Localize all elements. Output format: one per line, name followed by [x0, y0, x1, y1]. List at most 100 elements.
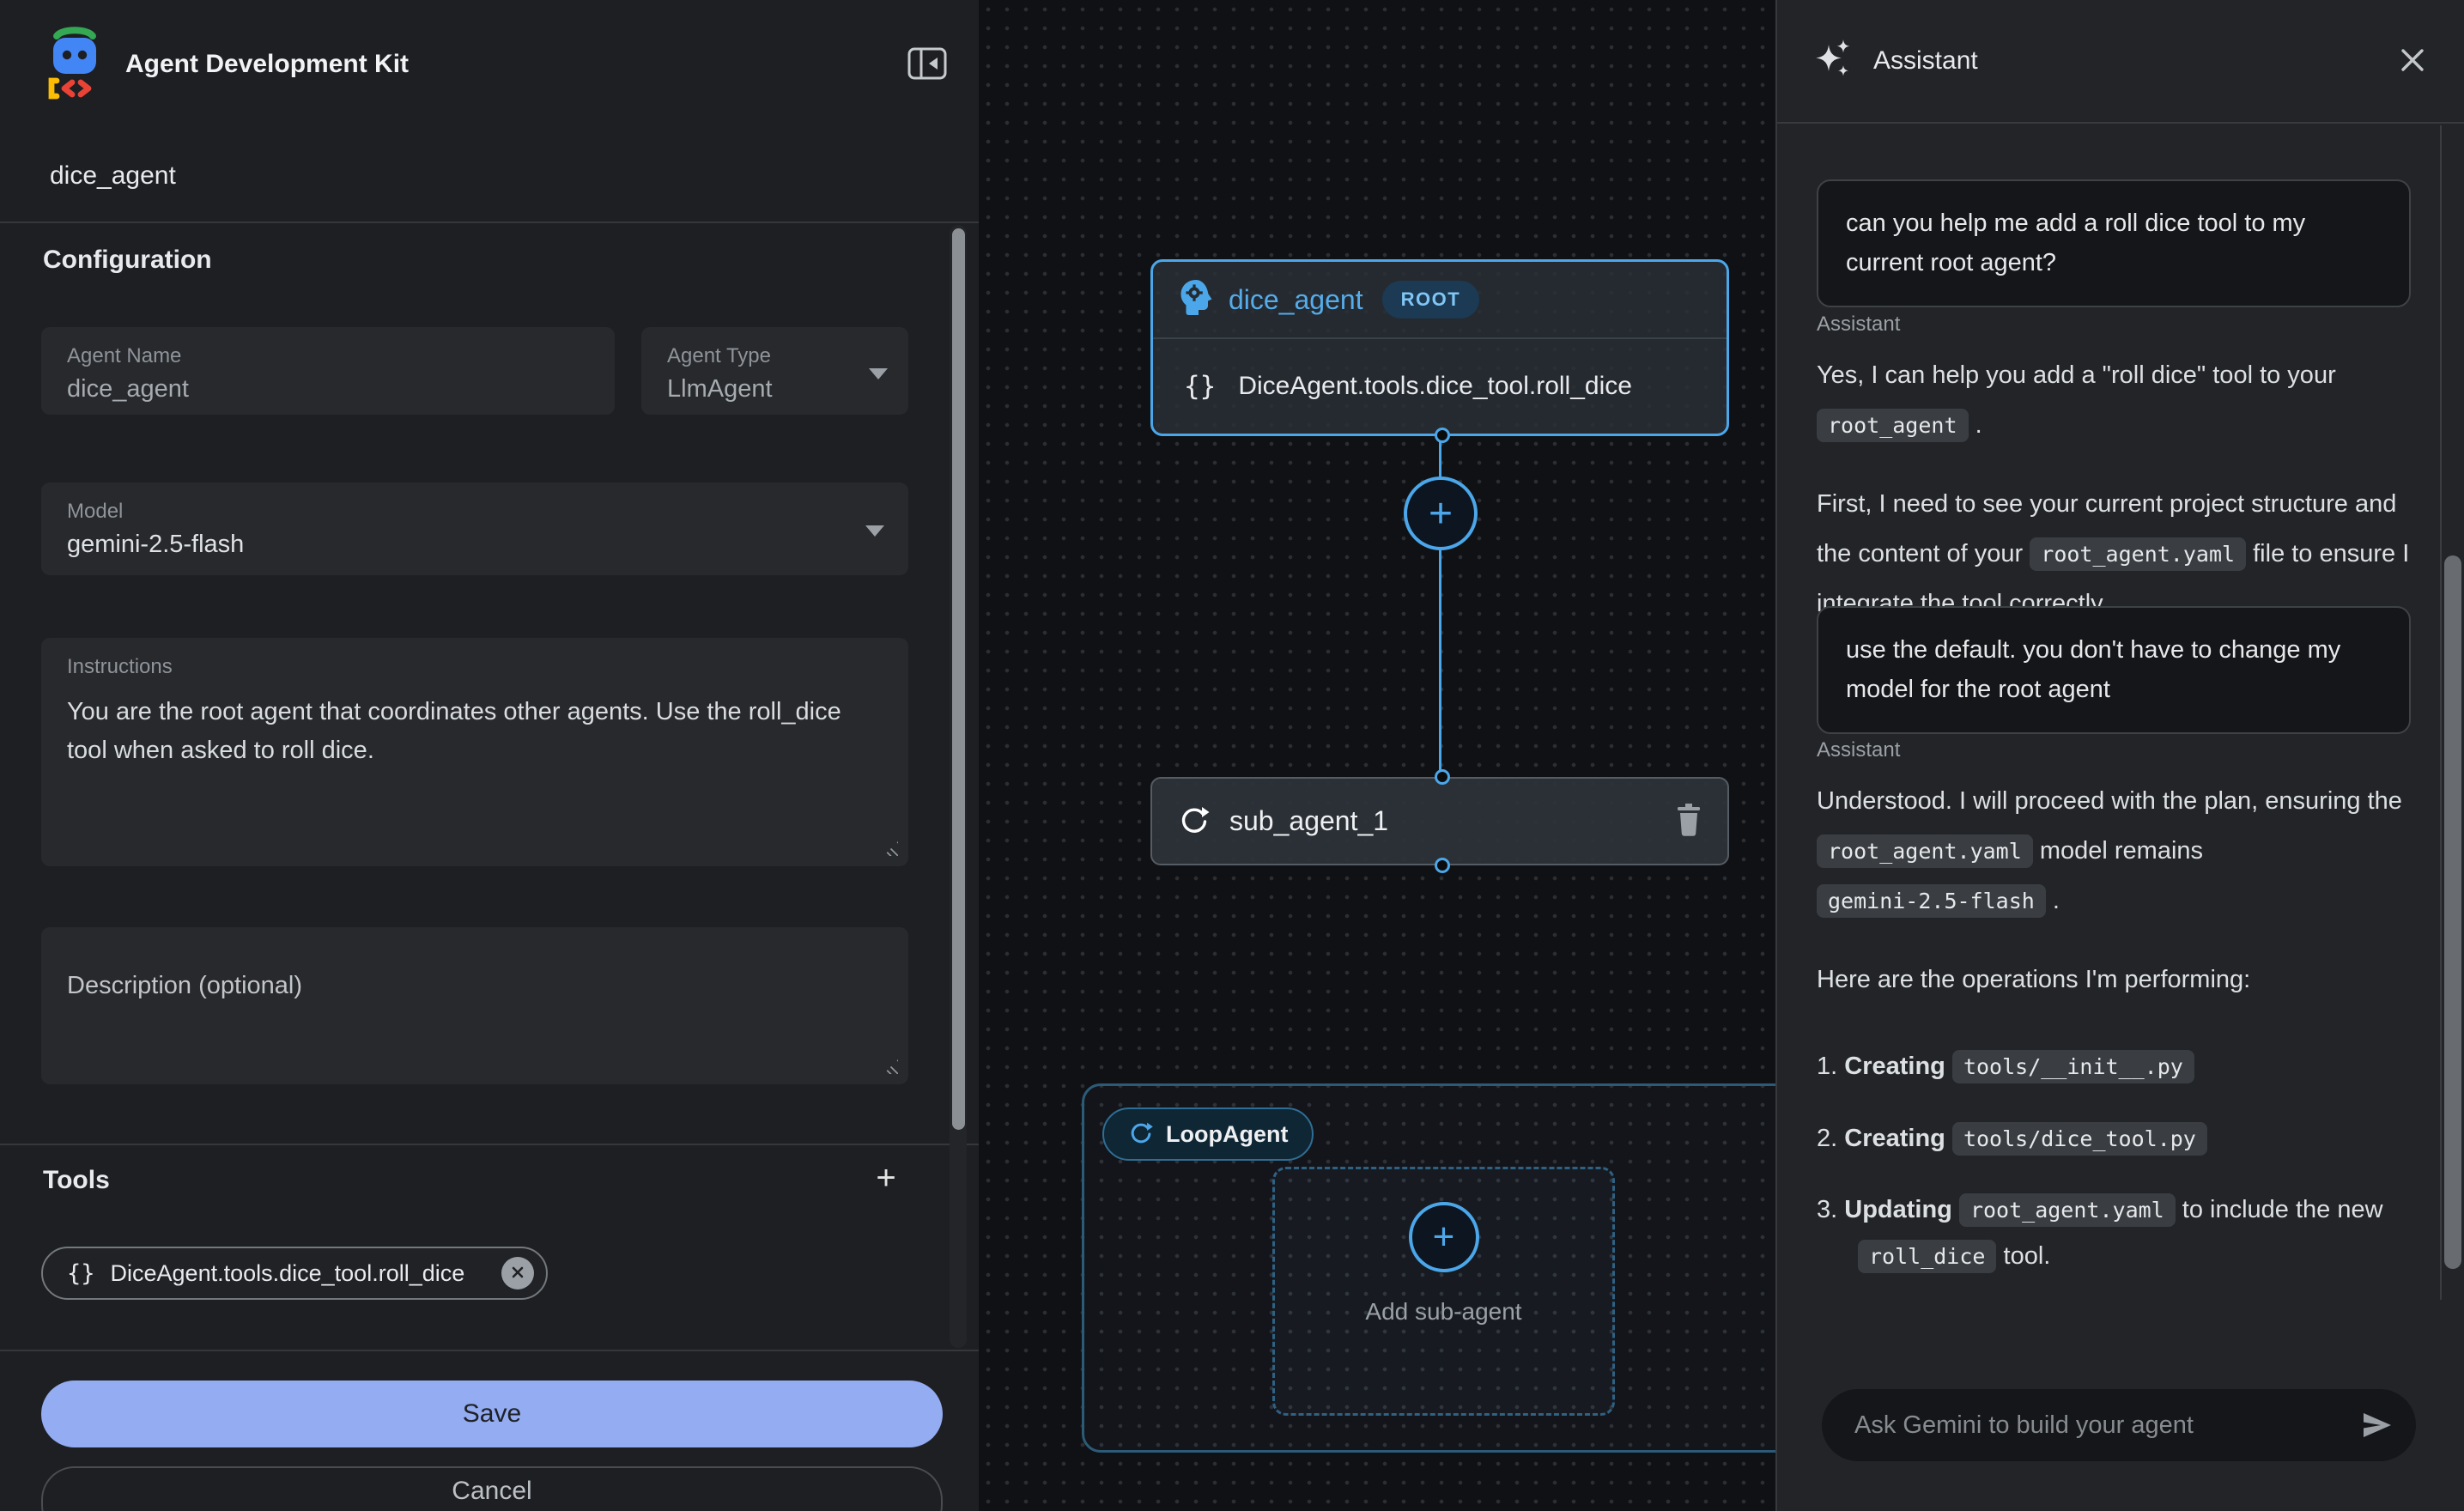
tool-chip[interactable]: {} DiceAgent.tools.dice_tool.roll_dice [41, 1247, 548, 1300]
tools-heading: Tools [43, 1166, 110, 1195]
selected-agent-title: dice_agent [50, 161, 176, 191]
collapse-panel-button[interactable] [907, 46, 948, 84]
psychology-head-icon [1177, 278, 1213, 322]
add-sub-agent-dropzone[interactable]: + Add sub-agent [1272, 1167, 1615, 1416]
resize-grip-icon[interactable] [883, 841, 898, 856]
agent-name-label: Agent Name [67, 344, 181, 368]
root-node-header: dice_agent ROOT [1153, 262, 1727, 339]
delete-sub-agent-button[interactable] [1674, 803, 1703, 840]
description-placeholder: Description (optional) [67, 972, 302, 1000]
operation-number: 2. [1817, 1125, 1844, 1152]
send-icon [2361, 1430, 2394, 1443]
resize-grip-icon[interactable] [883, 1059, 898, 1074]
chat-scrollbar-thumb[interactable] [2444, 555, 2461, 1269]
sub-agent-node[interactable]: sub_agent_1 [1150, 777, 1729, 865]
root-node-tool-row: {} DiceAgent.tools.dice_tool.roll_dice [1153, 339, 1727, 433]
add-node-on-edge-button[interactable]: + [1404, 476, 1478, 550]
add-tool-button[interactable]: + [862, 1154, 910, 1202]
close-icon [510, 1265, 525, 1283]
loop-icon [1178, 805, 1211, 838]
tool-chip-label: DiceAgent.tools.dice_tool.roll_dice [111, 1260, 501, 1287]
config-scrollbar-thumb[interactable] [952, 228, 965, 1130]
description-textarea[interactable]: Description (optional) [41, 927, 908, 1084]
connection-port[interactable] [1435, 428, 1450, 443]
assistant-message: Assistant Understood. I will proceed wit… [1817, 738, 2423, 1306]
instructions-value: You are the root agent that coordinates … [67, 693, 874, 770]
close-icon [2395, 43, 2430, 80]
assistant-header: Assistant [1777, 0, 2464, 124]
divider [0, 1350, 979, 1351]
braces-icon: {} [67, 1260, 95, 1287]
edge-plus-to-sub [1439, 550, 1441, 777]
operation-number: 1. [1817, 1053, 1844, 1080]
connection-port[interactable] [1435, 769, 1450, 785]
chat-input-container [1822, 1389, 2416, 1461]
loop-agent-badge: LoopAgent [1102, 1107, 1314, 1161]
loop-agent-badge-label: LoopAgent [1166, 1121, 1288, 1148]
model-select[interactable]: Model gemini-2.5-flash [41, 482, 908, 575]
agent-type-select[interactable]: Agent Type LlmAgent [641, 327, 908, 415]
plus-icon: + [1409, 1202, 1479, 1272]
assistant-title: Assistant [1873, 46, 2395, 76]
divider [0, 1144, 979, 1145]
chevron-down-icon [865, 525, 884, 537]
text-segment: Yes, I can help you add a "roll dice" to… [1817, 361, 2336, 389]
text-segment: . [1969, 411, 1982, 439]
braces-icon: {} [1184, 371, 1216, 402]
inline-code: root_agent.yaml [1959, 1193, 2176, 1227]
send-button[interactable] [2361, 1410, 2394, 1443]
assistant-panel: Assistant can you help me add a roll dic… [1775, 0, 2464, 1511]
text-segment: . [2046, 887, 2060, 914]
text-segment: Here are the operations I'm performing: [1817, 966, 2250, 993]
chat-input[interactable] [1822, 1389, 2416, 1461]
sparkle-icon [1815, 38, 1854, 85]
agent-type-value: LlmAgent [667, 375, 773, 404]
text-segment: to include the new [2176, 1196, 2383, 1223]
agent-graph-canvas[interactable]: dice_agent ROOT {} DiceAgent.tools.dice_… [979, 0, 1775, 1511]
inline-code: root_agent.yaml [2030, 537, 2246, 571]
trash-icon [1674, 827, 1703, 840]
inline-code: tools/dice_tool.py [1952, 1122, 2207, 1156]
inline-code: root_agent.yaml [1817, 834, 2033, 868]
assistant-paragraph: Here are the operations I'm performing: [1817, 955, 2423, 1004]
save-button[interactable]: Save [41, 1381, 943, 1447]
operation-item: 3. Updating root_agent.yaml to include t… [1817, 1187, 2423, 1279]
loop-icon [1128, 1121, 1154, 1147]
assistant-paragraph: Yes, I can help you add a "roll dice" to… [1817, 350, 2423, 450]
app-title: Agent Development Kit [125, 50, 907, 79]
inline-code: roll_dice [1858, 1240, 1996, 1273]
root-badge: ROOT [1382, 281, 1480, 319]
assistant-paragraph: Understood. I will proceed with the plan… [1817, 776, 2423, 925]
root-agent-node[interactable]: dice_agent ROOT {} DiceAgent.tools.dice_… [1150, 259, 1729, 436]
remove-tool-button[interactable] [501, 1257, 534, 1290]
loop-agent-group[interactable]: LoopAgent + Add sub-agent [1082, 1083, 1775, 1453]
close-assistant-button[interactable] [2395, 43, 2430, 80]
model-label: Model [67, 500, 123, 524]
panel-collapse-icon [907, 46, 948, 84]
instructions-label: Instructions [67, 655, 173, 679]
adk-logo-icon [43, 26, 106, 104]
configuration-heading: Configuration [43, 246, 212, 275]
operations-list: 1. Creating tools/__init__.py2. Creating… [1817, 1044, 2423, 1280]
cancel-button[interactable]: Cancel [41, 1466, 943, 1511]
assistant-label: Assistant [1817, 738, 2423, 762]
instructions-textarea[interactable]: Instructions You are the root agent that… [41, 638, 908, 866]
assistant-message: Assistant Yes, I can help you add a "rol… [1817, 313, 2423, 628]
operation-number: 3. [1817, 1196, 1844, 1223]
agent-name-field[interactable]: Agent Name dice_agent [41, 327, 615, 415]
agent-name-value: dice_agent [67, 375, 189, 404]
chat-scrollbar-track[interactable] [2440, 125, 2442, 1300]
app-header: Agent Development Kit [0, 0, 979, 129]
connection-port[interactable] [1435, 858, 1450, 873]
chevron-down-icon [869, 368, 888, 379]
root-node-tool-label: DiceAgent.tools.dice_tool.roll_dice [1238, 372, 1632, 401]
text-segment: model remains [2033, 837, 2203, 865]
inline-code: tools/__init__.py [1952, 1050, 2194, 1083]
user-message-text: can you help me add a roll dice tool to … [1846, 209, 2305, 276]
text-segment: Creating [1844, 1125, 1952, 1152]
user-message: use the default. you don't have to chang… [1817, 606, 2411, 734]
sub-agent-title: sub_agent_1 [1229, 805, 1388, 837]
model-value: gemini-2.5-flash [67, 531, 244, 559]
inline-code: root_agent [1817, 409, 1969, 442]
text-segment: Updating [1844, 1196, 1959, 1223]
